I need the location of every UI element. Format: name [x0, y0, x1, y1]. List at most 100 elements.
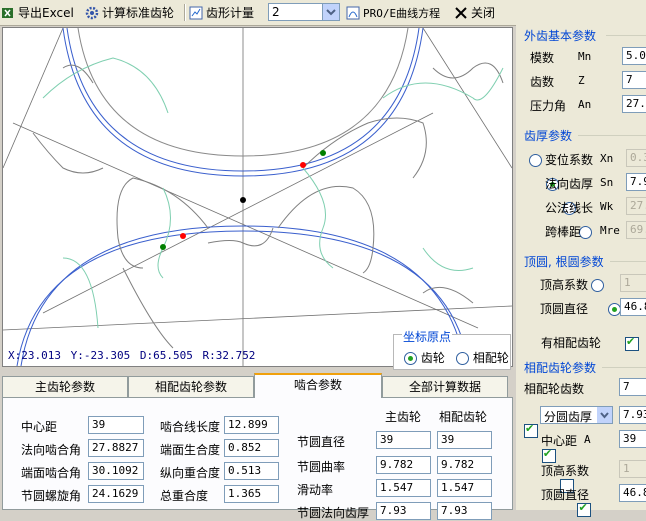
tab-all-data[interactable]: 全部计算数据	[382, 376, 508, 397]
face-contact-ratio-field[interactable]: 0.513	[224, 462, 279, 480]
modification-coef-label: 变位系数	[545, 153, 594, 167]
coordinate-origin-title: 坐标原点	[402, 328, 453, 345]
mesh-tab-panel: 中心距 39 法向啮合角 27.8827 端面啮合角 30.1092 节圆螺旋角…	[2, 397, 513, 520]
chevron-down-icon[interactable]	[597, 407, 612, 423]
origin-mate-radio[interactable]: 相配轮	[456, 349, 509, 366]
transverse-contact-ratio-field[interactable]: 0.852	[224, 439, 279, 457]
center-distance-field[interactable]: 39	[88, 416, 144, 434]
tooth-profile	[422, 286, 474, 304]
checkbox-checked-icon[interactable]	[541, 447, 556, 463]
radio-icon[interactable]	[591, 279, 605, 292]
module-field[interactable]: 5.08	[622, 47, 646, 65]
chevron-down-icon[interactable]	[322, 4, 339, 20]
tip-root-params-title: 顶圆, 根圆参数	[524, 255, 604, 269]
origin-gear-radio[interactable]: 齿轮	[404, 349, 445, 366]
trochoid-curve	[42, 57, 169, 114]
pitch-normal-thickness-label: 节圆法向齿厚	[297, 506, 370, 520]
mate-teeth-count-field[interactable]: 7	[619, 378, 646, 396]
tab-mate-gear[interactable]: 相配齿轮参数	[128, 376, 254, 397]
mate-addendum-coef-label: 顶高系数	[541, 464, 590, 478]
checkbox-checked-icon[interactable]	[624, 335, 639, 351]
normal-pressure-angle-field[interactable]: 27.8827	[88, 439, 144, 457]
parameter-side-panel: 外齿基本参数 模数 Mn 5.08 齿数 Z 7 压力角 An 27.8 齿厚参…	[516, 25, 646, 517]
over-pin-symbol: Mre	[600, 224, 620, 237]
tab-label: 主齿轮参数	[34, 380, 95, 394]
checkbox-checked-icon[interactable]	[577, 501, 592, 517]
line-of-action-2	[12, 122, 479, 329]
checkbox-checked-icon[interactable]	[524, 422, 538, 438]
slip-ratio-label: 滑动率	[297, 483, 334, 497]
slip-ratio-mate-field[interactable]: 1.547	[437, 479, 492, 497]
slip-ratio-main-field[interactable]: 1.547	[376, 479, 431, 497]
mate-addendum-coef-field[interactable]: 1	[619, 460, 646, 478]
mate-thickness-dropdown[interactable]: 分圆齿厚	[540, 406, 613, 424]
tab-main-gear[interactable]: 主齿轮参数	[2, 376, 128, 397]
mate-tip-diameter-field[interactable]: 46.8	[619, 484, 646, 502]
mate-thickness-field[interactable]: 7.93	[619, 406, 646, 424]
export-excel-button[interactable]: 导出Excel	[1, 3, 74, 22]
mate-center-distance-field[interactable]: 39	[619, 430, 646, 448]
over-pin-field[interactable]: 69.	[626, 221, 646, 239]
gear-drawing-canvas[interactable]: X:23.013 Y:-23.305 D:65.505 R:32.752 坐标原…	[2, 27, 513, 370]
span-length-label: 公法线长	[545, 201, 594, 215]
normal-thickness-label: 法向齿厚	[545, 177, 594, 191]
mate-thickness-dropdown-value: 分圆齿厚	[544, 410, 593, 424]
tip-diameter-field[interactable]: 46.8	[620, 298, 646, 316]
contact-point-green	[320, 150, 326, 156]
normal-thickness-field[interactable]: 7.9	[626, 173, 646, 191]
pitch-curvature-mate-field[interactable]: 9.782	[437, 456, 492, 474]
tooth-measure-button[interactable]: 齿形计量	[189, 3, 254, 22]
tooth-profile	[32, 132, 104, 174]
pitch-diameter-mate-field[interactable]: 39	[437, 431, 492, 449]
module-label: 模数	[530, 51, 555, 65]
modification-coef-field[interactable]: 0.3	[626, 149, 646, 167]
curve-icon	[346, 6, 360, 19]
line-of-action-length-label: 啮合线长度	[160, 420, 221, 434]
line-of-action	[42, 112, 434, 314]
origin-gear-label: 齿轮	[420, 351, 445, 365]
chart-icon	[189, 6, 203, 19]
pitch-normal-thickness-main-field[interactable]: 7.93	[376, 502, 431, 520]
pressure-angle-field[interactable]: 27.8	[622, 95, 646, 113]
addendum-coef-field[interactable]: 1	[620, 274, 646, 292]
group-divider	[602, 367, 646, 368]
tooth-profile	[116, 177, 209, 269]
pressure-angle-label: 压力角	[530, 99, 567, 113]
construction-line	[3, 305, 512, 331]
pressure-angle-symbol: An	[578, 98, 592, 111]
transverse-pressure-angle-field[interactable]: 30.1092	[88, 462, 144, 480]
tip-diameter-label: 顶圆直径	[540, 302, 589, 316]
proe-curve-button[interactable]: PRO/E曲线方程	[346, 3, 440, 22]
tooth-count-combo[interactable]: 2	[268, 3, 340, 21]
pitch-helix-angle-field[interactable]: 24.1629	[88, 485, 144, 503]
group-divider	[606, 35, 646, 36]
close-button[interactable]: 关闭	[454, 3, 495, 22]
pitch-normal-thickness-mate-field[interactable]: 7.93	[437, 502, 492, 520]
pitch-diameter-main-field[interactable]: 39	[376, 431, 431, 449]
pitch-helix-angle-label: 节圆螺旋角	[21, 489, 82, 503]
teeth-count-symbol: Z	[578, 74, 585, 87]
normal-thickness-symbol: Sn	[600, 176, 614, 189]
total-contact-ratio-field[interactable]: 1.365	[224, 485, 279, 503]
pitch-curvature-main-field[interactable]: 9.782	[376, 456, 431, 474]
calc-gear-label: 计算标准齿轮	[102, 6, 175, 20]
tab-mesh[interactable]: 啮合参数	[254, 373, 382, 398]
span-length-field[interactable]: 27.	[626, 197, 646, 215]
teeth-count-field[interactable]: 7	[622, 71, 646, 89]
radio-selected-icon[interactable]	[404, 352, 417, 365]
gear-mesh-drawing	[3, 28, 512, 366]
normal-pressure-angle-label: 法向啮合角	[21, 443, 82, 457]
modification-coef-symbol: Xn	[600, 152, 614, 165]
calc-gear-button[interactable]: 计算标准齿轮	[85, 3, 174, 22]
mate-center-distance-symbol: A	[584, 433, 591, 446]
close-icon	[455, 6, 467, 19]
line-of-action-length-field[interactable]: 12.899	[224, 416, 279, 434]
transverse-pressure-angle-label: 端面啮合角	[21, 466, 82, 480]
proe-curve-label: PRO/E曲线方程	[363, 6, 441, 20]
module-symbol: Mn	[578, 50, 592, 63]
cursor-coordinate-readout: X:23.013 Y:-23.305 D:65.505 R:32.752	[8, 349, 255, 362]
radio-icon[interactable]	[529, 154, 542, 167]
span-length-symbol: Wk	[600, 200, 614, 213]
radio-icon[interactable]	[579, 226, 593, 239]
radio-icon[interactable]	[456, 352, 469, 365]
